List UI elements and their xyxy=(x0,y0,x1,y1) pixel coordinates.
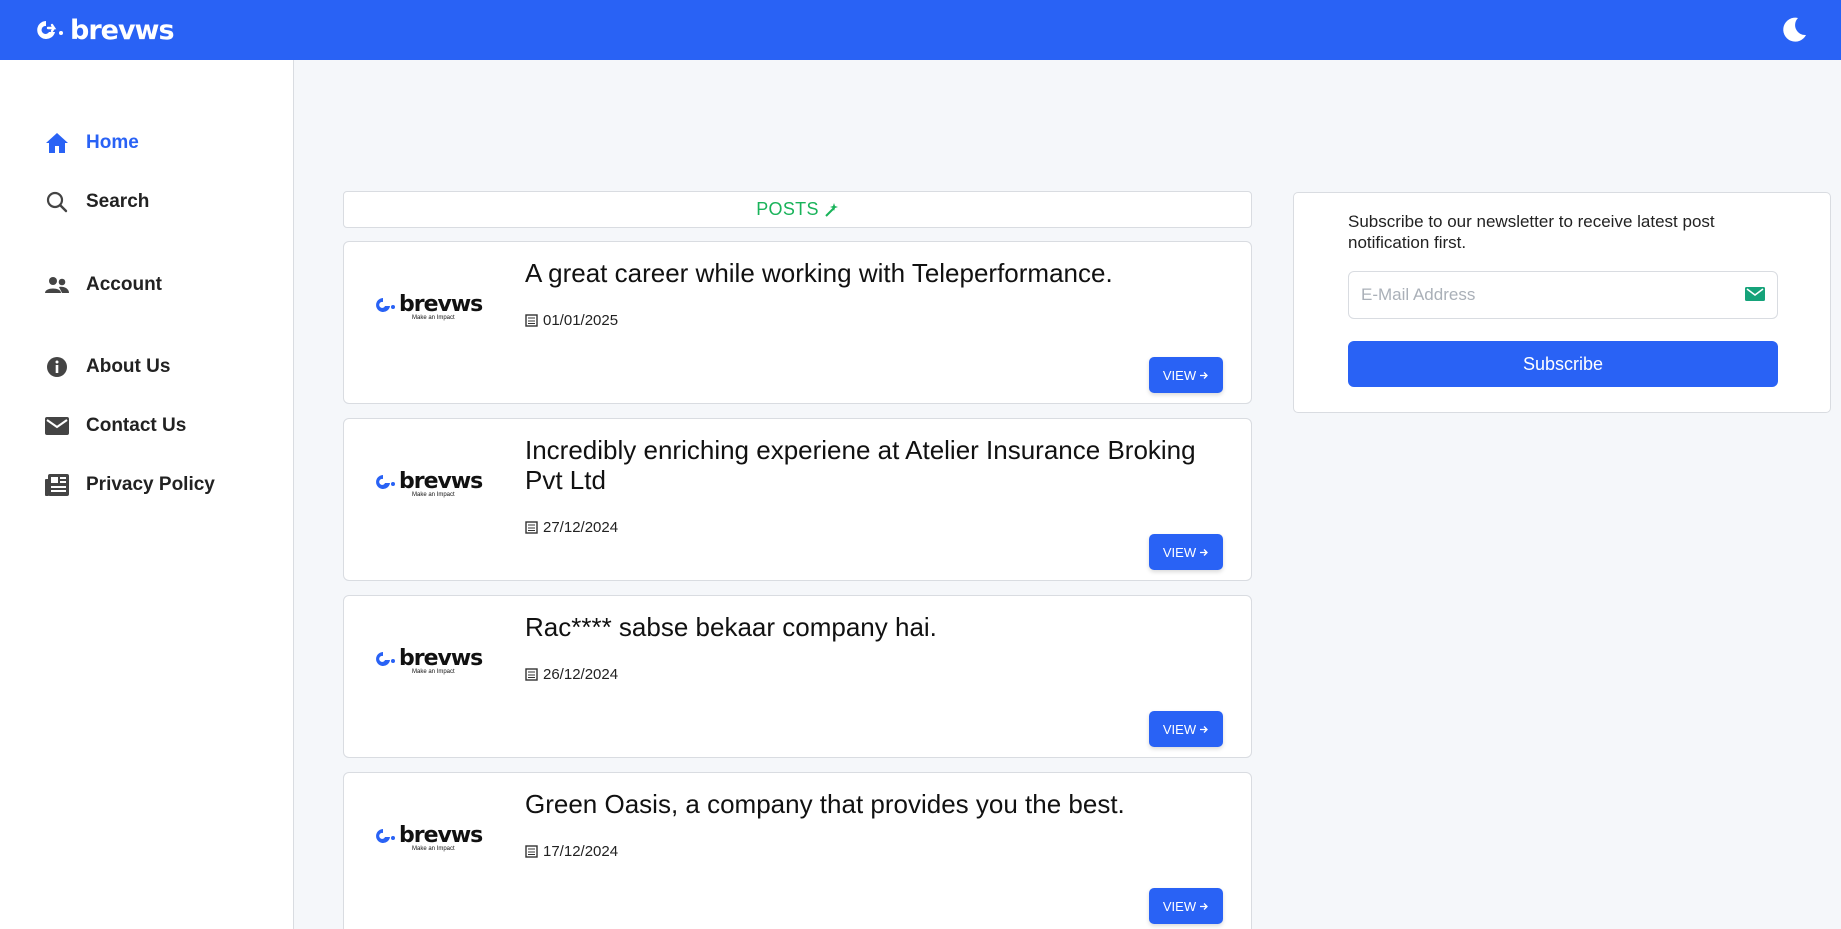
subscribe-button[interactable]: Subscribe xyxy=(1348,341,1778,387)
sidebar-item-label: Privacy Policy xyxy=(86,474,215,495)
sidebar-item-privacy-policy[interactable]: Privacy Policy xyxy=(44,472,215,498)
post-date: 01/01/2025 xyxy=(525,312,618,329)
sidebar-item-label: Account xyxy=(86,274,162,295)
view-button-label: VIEW xyxy=(1162,898,1197,914)
post-card[interactable]: brevws Make an Impact Green Oasis, a com… xyxy=(343,772,1252,929)
newspaper-icon xyxy=(44,472,70,498)
home-icon xyxy=(44,130,70,156)
thumbnail-brand-name: brevws xyxy=(399,292,483,317)
view-button-label: VIEW xyxy=(1162,367,1197,383)
search-icon xyxy=(44,189,70,215)
post-title[interactable]: Green Oasis, a company that provides you… xyxy=(525,789,1225,819)
view-button[interactable]: VIEW xyxy=(1149,534,1223,570)
post-date-text: 01/01/2025 xyxy=(543,312,619,329)
brand-mark-icon xyxy=(376,297,395,312)
view-button-label: VIEW xyxy=(1162,544,1197,560)
newspaper-icon xyxy=(525,845,538,858)
arrow-right-icon xyxy=(1200,725,1209,733)
post-thumbnail: brevws Make an Impact xyxy=(374,292,494,352)
brand-mark-icon xyxy=(376,474,395,489)
users-icon xyxy=(44,272,70,298)
posts-header: POSTS xyxy=(343,191,1252,228)
brand-mark-icon xyxy=(376,651,395,666)
arrow-right-icon xyxy=(1200,371,1209,379)
mail-icon xyxy=(1745,287,1765,301)
arrow-right-icon xyxy=(1200,902,1209,910)
brand-mark-icon xyxy=(37,21,63,39)
sidebar-item-label: About Us xyxy=(86,356,171,377)
brand-name: brevws xyxy=(70,14,175,46)
post-date-text: 26/12/2024 xyxy=(543,666,619,683)
sidebar-item-label: Contact Us xyxy=(86,415,187,436)
post-card[interactable]: brevws Make an Impact Incredibly enrichi… xyxy=(343,418,1252,581)
moon-icon[interactable] xyxy=(1777,13,1811,47)
sidebar-item-home[interactable]: Home xyxy=(44,130,139,156)
post-date: 26/12/2024 xyxy=(525,666,618,683)
thumbnail-brand-name: brevws xyxy=(399,646,483,671)
brand-logo[interactable]: brevws xyxy=(32,14,175,46)
newsletter-panel: Subscribe to our newsletter to receive l… xyxy=(1293,192,1831,413)
sidebar-item-contact-us[interactable]: Contact Us xyxy=(44,413,186,439)
email-field-wrapper[interactable] xyxy=(1348,271,1778,319)
email-field[interactable] xyxy=(1361,285,1745,305)
post-title[interactable]: Incredibly enriching experiene at Atelie… xyxy=(525,435,1225,495)
mail-icon xyxy=(44,413,70,439)
sidebar: Home Search Account About Us Contact Us … xyxy=(0,60,294,929)
sidebar-item-label: Search xyxy=(86,191,150,212)
newspaper-icon xyxy=(525,521,538,534)
post-date: 17/12/2024 xyxy=(525,843,618,860)
arrow-right-icon xyxy=(1200,548,1209,556)
thumbnail-brand-name: brevws xyxy=(399,823,483,848)
newsletter-message: Subscribe to our newsletter to receive l… xyxy=(1348,212,1715,252)
brand-mark-icon xyxy=(376,828,395,843)
post-thumbnail: brevws Make an Impact xyxy=(374,823,494,883)
post-thumbnail: brevws Make an Impact xyxy=(374,469,494,529)
thumbnail-brand-name: brevws xyxy=(399,469,483,494)
view-button-label: VIEW xyxy=(1162,721,1197,737)
sidebar-item-label: Home xyxy=(86,132,139,153)
posts-header-label: POSTS xyxy=(756,199,819,219)
view-button[interactable]: VIEW xyxy=(1149,357,1223,393)
sidebar-item-search[interactable]: Search xyxy=(44,189,149,215)
post-date-text: 27/12/2024 xyxy=(543,519,619,536)
newspaper-icon xyxy=(525,314,538,327)
post-thumbnail: brevws Make an Impact xyxy=(374,646,494,706)
info-icon xyxy=(44,354,70,380)
sidebar-item-about-us[interactable]: About Us xyxy=(44,354,170,380)
view-button[interactable]: VIEW xyxy=(1149,888,1223,924)
post-date-text: 17/12/2024 xyxy=(543,843,619,860)
post-date: 27/12/2024 xyxy=(525,519,618,536)
post-card[interactable]: brevws Make an Impact A great career whi… xyxy=(343,241,1252,404)
newspaper-icon xyxy=(525,668,538,681)
top-bar: brevws xyxy=(0,0,1841,60)
post-title[interactable]: Rac**** sabse bekaar company hai. xyxy=(525,612,1225,642)
post-card[interactable]: brevws Make an Impact Rac**** sabse beka… xyxy=(343,595,1252,758)
view-button[interactable]: VIEW xyxy=(1149,711,1223,747)
post-title[interactable]: A great career while working with Telepe… xyxy=(525,258,1225,288)
sidebar-item-account[interactable]: Account xyxy=(44,272,162,298)
magic-wand-icon xyxy=(825,202,838,217)
